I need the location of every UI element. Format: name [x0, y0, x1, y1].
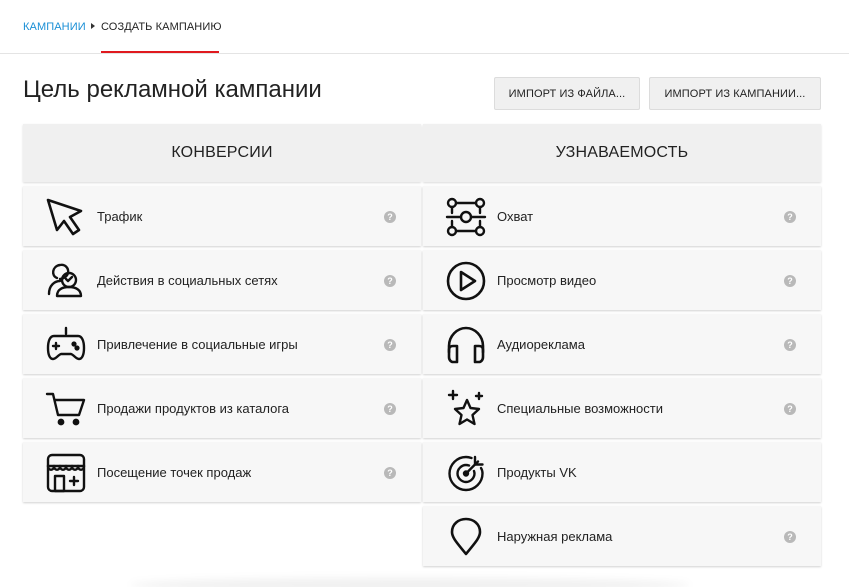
objective-social-games[interactable]: Привлечение в социальные игры ? — [23, 314, 421, 374]
objective-reach[interactable]: Охват ? — [423, 186, 821, 246]
help-icon[interactable]: ? — [784, 275, 796, 287]
awareness-column: УЗНАВАЕМОСТЬ Охват ? Просмотр видео ? Ау… — [423, 124, 821, 566]
breadcrumb-chevron-icon — [91, 23, 95, 29]
help-icon[interactable]: ? — [384, 211, 396, 223]
objective-traffic[interactable]: Трафик ? — [23, 186, 421, 246]
help-icon[interactable]: ? — [384, 467, 396, 479]
breadcrumb-active-underline — [101, 51, 219, 53]
objective-special-opportunities[interactable]: Специальные возможности ? — [423, 378, 821, 438]
target-icon — [445, 452, 487, 494]
objective-label: Продукты VK — [497, 465, 577, 480]
objective-label: Привлечение в социальные игры — [97, 337, 298, 352]
conversions-header: КОНВЕРСИИ — [23, 124, 421, 182]
help-icon[interactable]: ? — [384, 339, 396, 351]
objective-outdoor-ads[interactable]: Наружная реклама ? — [423, 506, 821, 566]
social-users-icon — [45, 260, 87, 302]
help-icon[interactable]: ? — [784, 531, 796, 543]
objective-video-views[interactable]: Просмотр видео ? — [423, 250, 821, 310]
objective-label: Действия в социальных сетях — [97, 273, 278, 288]
gamepad-icon — [45, 324, 87, 366]
help-icon[interactable]: ? — [784, 339, 796, 351]
play-video-icon — [445, 260, 487, 302]
objective-label: Посещение точек продаж — [97, 465, 252, 480]
help-icon[interactable]: ? — [784, 211, 796, 223]
objective-label: Специальные возможности — [497, 401, 663, 416]
objective-label: Охват — [497, 209, 534, 224]
objective-label: Просмотр видео — [497, 273, 597, 288]
special-stars-icon — [445, 388, 487, 430]
breadcrumb-campaigns-link[interactable]: КАМПАНИИ — [23, 21, 86, 33]
shopping-cart-icon — [45, 388, 87, 430]
help-icon[interactable]: ? — [784, 403, 796, 415]
reach-network-icon — [445, 196, 487, 238]
help-icon[interactable]: ? — [384, 275, 396, 287]
map-pin-icon — [445, 516, 487, 558]
objective-label: Аудиореклама — [497, 337, 585, 352]
breadcrumb-current: СОЗДАТЬ КАМПАНИЮ — [101, 21, 222, 33]
import-from-file-button[interactable]: ИМПОРТ ИЗ ФАЙЛА... — [494, 77, 640, 110]
objective-audio-ads[interactable]: Аудиореклама ? — [423, 314, 821, 374]
objective-store-visits[interactable]: Посещение точек продаж ? — [23, 442, 421, 502]
help-icon[interactable]: ? — [384, 403, 396, 415]
objective-vk-products[interactable]: Продукты VK — [423, 442, 821, 502]
breadcrumb: КАМПАНИИ СОЗДАТЬ КАМПАНИЮ — [0, 0, 849, 54]
objective-label: Продажи продуктов из каталога — [97, 401, 290, 416]
objective-label: Трафик — [97, 209, 143, 224]
conversions-column: КОНВЕРСИИ Трафик ? Действия в социальных… — [23, 124, 421, 502]
cursor-click-icon — [45, 196, 87, 238]
import-from-campaign-button[interactable]: ИМПОРТ ИЗ КАМПАНИИ... — [649, 77, 821, 110]
page-title: Цель рекламной кампании — [23, 76, 322, 103]
store-icon — [45, 452, 87, 494]
headphones-icon — [445, 324, 487, 366]
objective-catalog-sales[interactable]: Продажи продуктов из каталога ? — [23, 378, 421, 438]
bottom-scroll-shadow — [130, 578, 690, 587]
objective-label: Наружная реклама — [497, 529, 613, 544]
awareness-header: УЗНАВАЕМОСТЬ — [423, 124, 821, 182]
objective-social-actions[interactable]: Действия в социальных сетях ? — [23, 250, 421, 310]
